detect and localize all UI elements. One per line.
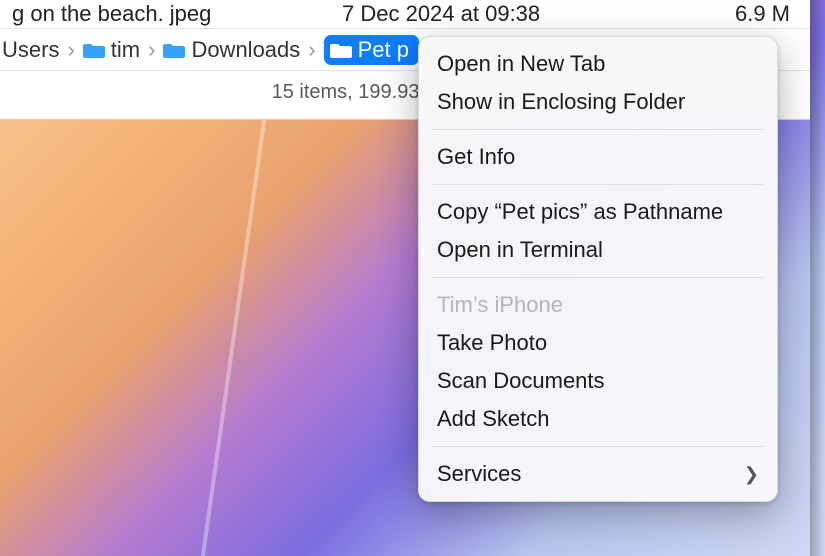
- breadcrumb-pet-pics[interactable]: Pet p: [324, 35, 419, 65]
- menu-add-sketch[interactable]: Add Sketch: [419, 400, 777, 438]
- menu-item-label: Take Photo: [437, 330, 547, 356]
- breadcrumb-label: Downloads: [191, 37, 300, 63]
- menu-copy-pathname[interactable]: Copy “Pet pics” as Pathname: [419, 193, 777, 231]
- menu-item-label: Get Info: [437, 144, 515, 170]
- menu-take-photo[interactable]: Take Photo: [419, 324, 777, 362]
- file-size: 6.9 M: [662, 1, 798, 27]
- chevron-right-icon: ›: [65, 37, 76, 63]
- menu-item-label: Open in Terminal: [437, 237, 603, 263]
- window-shadow: [810, 0, 825, 556]
- menu-separator: [433, 277, 763, 278]
- file-name: g on the beach. jpeg: [12, 1, 342, 27]
- breadcrumb-label: tim: [111, 37, 140, 63]
- menu-item-label: Tim’s iPhone: [437, 292, 563, 318]
- breadcrumb-label: Users: [2, 37, 59, 63]
- file-list-row[interactable]: g on the beach. jpeg 7 Dec 2024 at 09:38…: [0, 0, 810, 28]
- breadcrumb-label: Pet p: [358, 37, 409, 63]
- chevron-right-icon: ❯: [744, 464, 759, 485]
- menu-separator: [433, 184, 763, 185]
- menu-separator: [433, 129, 763, 130]
- menu-item-label: Scan Documents: [437, 368, 605, 394]
- folder-icon: [330, 41, 352, 59]
- menu-open-terminal[interactable]: Open in Terminal: [419, 231, 777, 269]
- chevron-right-icon: ›: [306, 37, 317, 63]
- menu-open-new-tab[interactable]: Open in New Tab: [419, 45, 777, 83]
- file-date: 7 Dec 2024 at 09:38: [342, 1, 662, 27]
- menu-item-label: Open in New Tab: [437, 51, 605, 77]
- menu-item-label: Copy “Pet pics” as Pathname: [437, 199, 723, 225]
- breadcrumb-tim[interactable]: tim: [83, 37, 140, 63]
- breadcrumb-downloads[interactable]: Downloads: [163, 37, 300, 63]
- menu-services[interactable]: Services ❯: [419, 455, 777, 493]
- menu-scan-documents[interactable]: Scan Documents: [419, 362, 777, 400]
- menu-item-label: Show in Enclosing Folder: [437, 89, 685, 115]
- menu-item-label: Add Sketch: [437, 406, 550, 432]
- menu-device-header: Tim’s iPhone: [419, 286, 777, 324]
- breadcrumb-users[interactable]: Users: [2, 37, 59, 63]
- menu-show-enclosing[interactable]: Show in Enclosing Folder: [419, 83, 777, 121]
- chevron-right-icon: ›: [146, 37, 157, 63]
- menu-separator: [433, 446, 763, 447]
- folder-icon: [83, 41, 105, 59]
- folder-icon: [163, 41, 185, 59]
- menu-item-label: Services: [437, 461, 521, 487]
- context-menu: Open in New Tab Show in Enclosing Folder…: [418, 36, 778, 502]
- menu-get-info[interactable]: Get Info: [419, 138, 777, 176]
